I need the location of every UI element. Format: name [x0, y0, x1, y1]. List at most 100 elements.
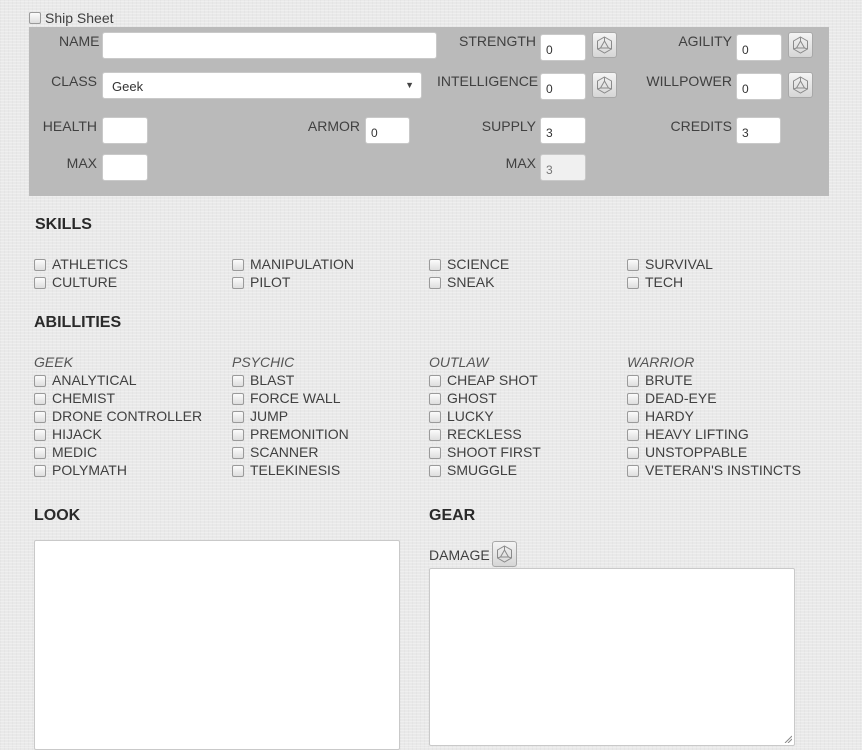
ability-checkbox[interactable] — [627, 375, 639, 387]
ability-checkbox[interactable] — [429, 411, 441, 423]
d20-dice-icon — [793, 36, 808, 54]
ability-label: PREMONITION — [250, 426, 349, 442]
ability-label: DRONE CONTROLLER — [52, 408, 203, 424]
d20-dice-icon — [597, 36, 612, 54]
skill-checkbox[interactable] — [429, 277, 441, 289]
intelligence-input[interactable]: 0 — [540, 73, 586, 100]
ability-checkbox[interactable] — [232, 411, 244, 423]
supply-label: SUPPLY — [481, 118, 536, 134]
health-max-input[interactable] — [102, 154, 148, 181]
ability-label: SHOOT FIRST — [447, 444, 541, 460]
skill-checkbox[interactable] — [34, 277, 46, 289]
agility-label: AGILITY — [678, 33, 732, 49]
ability-checkbox[interactable] — [232, 465, 244, 477]
name-label: NAME — [59, 33, 100, 49]
skill-label: MANIPULATION — [250, 256, 354, 272]
ability-checkbox[interactable] — [429, 447, 441, 459]
class-select[interactable]: Geek ▼ — [102, 72, 422, 99]
ability-checkbox[interactable] — [232, 429, 244, 441]
ability-label: POLYMATH — [52, 462, 127, 478]
strength-label: STRENGTH — [459, 33, 536, 49]
class-label: CLASS — [51, 73, 97, 89]
ability-group-geek: GEEK — [34, 354, 73, 370]
stats-panel: NAME STRENGTH 0 AGILITY 0 CLASS Geek ▼ I… — [29, 27, 829, 196]
willpower-roll-button[interactable] — [788, 72, 813, 98]
skill-label: ATHLETICS — [52, 256, 128, 272]
damage-label: DAMAGE — [429, 547, 490, 563]
credits-input[interactable]: 3 — [736, 117, 781, 144]
skill-checkbox[interactable] — [34, 259, 46, 271]
ability-checkbox[interactable] — [34, 429, 46, 441]
d20-dice-icon — [597, 76, 612, 94]
agility-roll-button[interactable] — [788, 32, 813, 58]
ability-checkbox[interactable] — [34, 411, 46, 423]
skill-checkbox[interactable] — [429, 259, 441, 271]
ability-checkbox[interactable] — [232, 393, 244, 405]
damage-roll-button[interactable] — [492, 541, 517, 567]
intelligence-roll-button[interactable] — [592, 72, 617, 98]
health-max-label: MAX — [66, 155, 97, 171]
ability-label: MEDIC — [52, 444, 98, 460]
willpower-input[interactable]: 0 — [736, 73, 782, 100]
ability-label: BRUTE — [645, 372, 693, 388]
ability-checkbox[interactable] — [34, 375, 46, 387]
ability-label: CHEAP SHOT — [447, 372, 538, 388]
skill-checkbox[interactable] — [627, 277, 639, 289]
ability-label: ANALYTICAL — [52, 372, 137, 388]
health-label: HEALTH — [42, 118, 97, 134]
ability-checkbox[interactable] — [627, 411, 639, 423]
ability-label: SMUGGLE — [447, 462, 518, 478]
ability-label: BLAST — [250, 372, 295, 388]
ability-checkbox[interactable] — [34, 447, 46, 459]
armor-input[interactable]: 0 — [365, 117, 410, 144]
ability-checkbox[interactable] — [429, 375, 441, 387]
resize-grip-icon[interactable] — [784, 735, 792, 743]
ability-label: JUMP — [250, 408, 289, 424]
ability-label: FORCE WALL — [250, 390, 341, 406]
agility-input[interactable]: 0 — [736, 34, 782, 61]
ability-checkbox[interactable] — [34, 393, 46, 405]
skill-label: PILOT — [250, 274, 291, 290]
ability-checkbox[interactable] — [627, 447, 639, 459]
ability-label: HIJACK — [52, 426, 102, 442]
ability-group-warrior: WARRIOR — [627, 354, 695, 370]
gear-textarea[interactable] — [429, 568, 795, 746]
look-heading: LOOK — [34, 507, 81, 524]
ability-label: CHEMIST — [52, 390, 115, 406]
armor-label: ARMOR — [307, 118, 360, 134]
ability-label: TELEKINESIS — [250, 462, 341, 478]
skill-label: SURVIVAL — [645, 256, 713, 272]
chevron-down-icon: ▼ — [405, 80, 414, 90]
ability-label: RECKLESS — [447, 426, 522, 442]
skill-checkbox[interactable] — [232, 259, 244, 271]
supply-input[interactable]: 3 — [540, 117, 586, 144]
ability-label: SCANNER — [250, 444, 319, 460]
ability-checkbox[interactable] — [232, 375, 244, 387]
ability-group-outlaw: OUTLAW — [429, 354, 489, 370]
ability-checkbox[interactable] — [627, 429, 639, 441]
name-input[interactable] — [102, 32, 437, 59]
ability-label: HEAVY LIFTING — [645, 426, 749, 442]
ability-label: VETERAN'S INSTINCTS — [645, 462, 801, 478]
credits-label: CREDITS — [670, 118, 732, 134]
health-input[interactable] — [102, 117, 148, 144]
abilities-heading: ABILLITIES — [34, 314, 122, 331]
ability-checkbox[interactable] — [429, 393, 441, 405]
ability-checkbox[interactable] — [429, 465, 441, 477]
ability-checkbox[interactable] — [627, 465, 639, 477]
skill-label: SCIENCE — [447, 256, 510, 272]
ability-checkbox[interactable] — [429, 429, 441, 441]
d20-dice-icon — [497, 545, 512, 563]
skill-checkbox[interactable] — [232, 277, 244, 289]
d20-dice-icon — [793, 76, 808, 94]
look-textarea[interactable] — [34, 540, 400, 750]
ability-label: UNSTOPPABLE — [645, 444, 748, 460]
strength-input[interactable]: 0 — [540, 34, 586, 61]
ability-checkbox[interactable] — [627, 393, 639, 405]
supply-max-label: MAX — [505, 155, 536, 171]
ability-checkbox[interactable] — [232, 447, 244, 459]
ship-sheet-checkbox[interactable] — [29, 12, 41, 24]
strength-roll-button[interactable] — [592, 32, 617, 58]
ability-checkbox[interactable] — [34, 465, 46, 477]
skill-checkbox[interactable] — [627, 259, 639, 271]
